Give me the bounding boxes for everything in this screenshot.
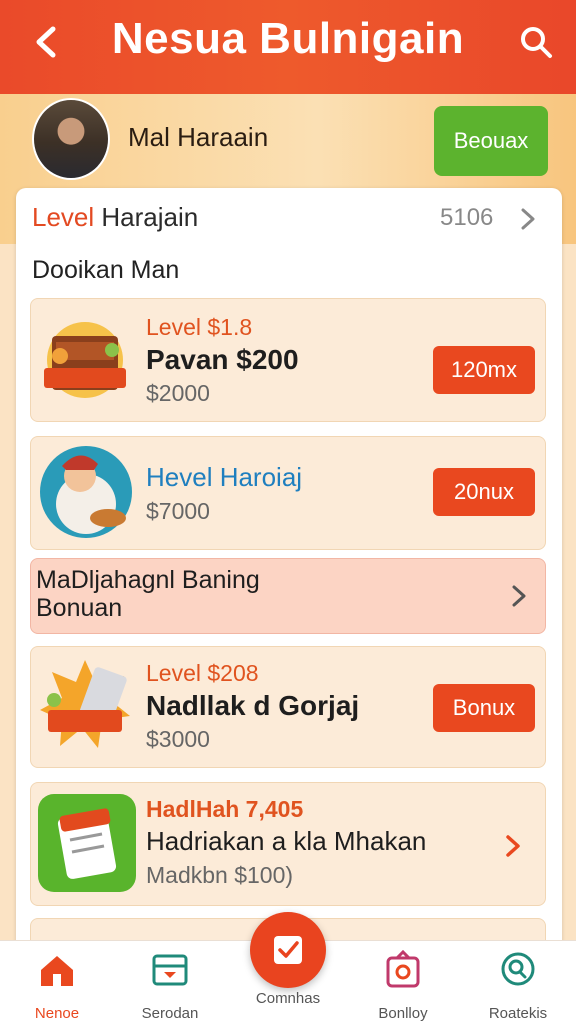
item-title: Hadriakan a kla Mhakan	[146, 826, 427, 856]
app-header: Nesua Bulnigain	[0, 0, 576, 94]
item-price: $7000	[146, 498, 210, 524]
search-icon	[521, 27, 552, 58]
item-level: Hevel Haroiaj	[146, 462, 303, 492]
chevron-right-icon[interactable]	[510, 582, 528, 610]
search-button[interactable]	[516, 20, 556, 64]
nav-label: Serodan	[141, 1005, 199, 1022]
section-title: Dooikan Man	[32, 256, 180, 284]
level-heading[interactable]: Level Harajain	[32, 202, 198, 233]
item-title: Pavan $200	[146, 344, 299, 375]
item-price: Madkbn $100)	[146, 862, 294, 888]
item-title: Nadllak d Gorjaj	[146, 690, 360, 721]
user-action-button[interactable]: Beouax	[434, 106, 548, 176]
gift-icon	[386, 949, 420, 988]
nav-label: Roatekis	[488, 1005, 548, 1022]
nav-home[interactable]: Nenoe	[7, 950, 107, 1022]
home-icon	[41, 956, 73, 986]
item-level: Level $1.8	[146, 314, 253, 340]
center-action-button[interactable]	[250, 912, 326, 988]
card-icon	[152, 954, 188, 986]
nav-search[interactable]: Serodan	[120, 950, 220, 1022]
page-title: Nesua Bulnigain	[111, 14, 465, 63]
treasure-chest-icon	[44, 322, 126, 398]
item-level: Level $208	[146, 660, 259, 686]
nav-label: Comnhas	[255, 990, 321, 1007]
item-bonus-button[interactable]: 20nux	[433, 468, 535, 516]
avatar[interactable]	[32, 98, 110, 180]
item-price: $3000	[146, 726, 210, 752]
chef-character-icon	[40, 446, 132, 538]
nav-bonus[interactable]: Bonlloy	[353, 949, 453, 1022]
bonus-burst-icon	[40, 660, 130, 748]
item-level: HadlHah 7,405	[146, 796, 304, 822]
item-price: $2000	[146, 380, 210, 406]
item-bonus-button[interactable]: 120mx	[433, 346, 535, 394]
item-bonus-button[interactable]: Bonux	[433, 684, 535, 732]
nav-rewards[interactable]: Roatekis	[468, 950, 568, 1022]
calendar-app-icon	[38, 794, 136, 892]
level-count: 5106	[440, 204, 494, 231]
nav-label: Bonlloy	[378, 1005, 428, 1022]
nav-label: Nenoe	[34, 1005, 80, 1022]
user-name: Mal Haraain	[128, 122, 269, 152]
chevron-right-icon[interactable]	[518, 206, 538, 232]
banner-text: MaDljahagnl Baning Bonuan	[36, 566, 260, 622]
search-circle-icon	[501, 952, 535, 986]
level-label: Level	[32, 202, 95, 232]
chevron-right-icon[interactable]	[504, 832, 522, 860]
level-name: Harajain	[94, 202, 199, 232]
nav-center-label[interactable]: Comnhas	[238, 990, 338, 1007]
checkbox-icon	[274, 936, 302, 964]
